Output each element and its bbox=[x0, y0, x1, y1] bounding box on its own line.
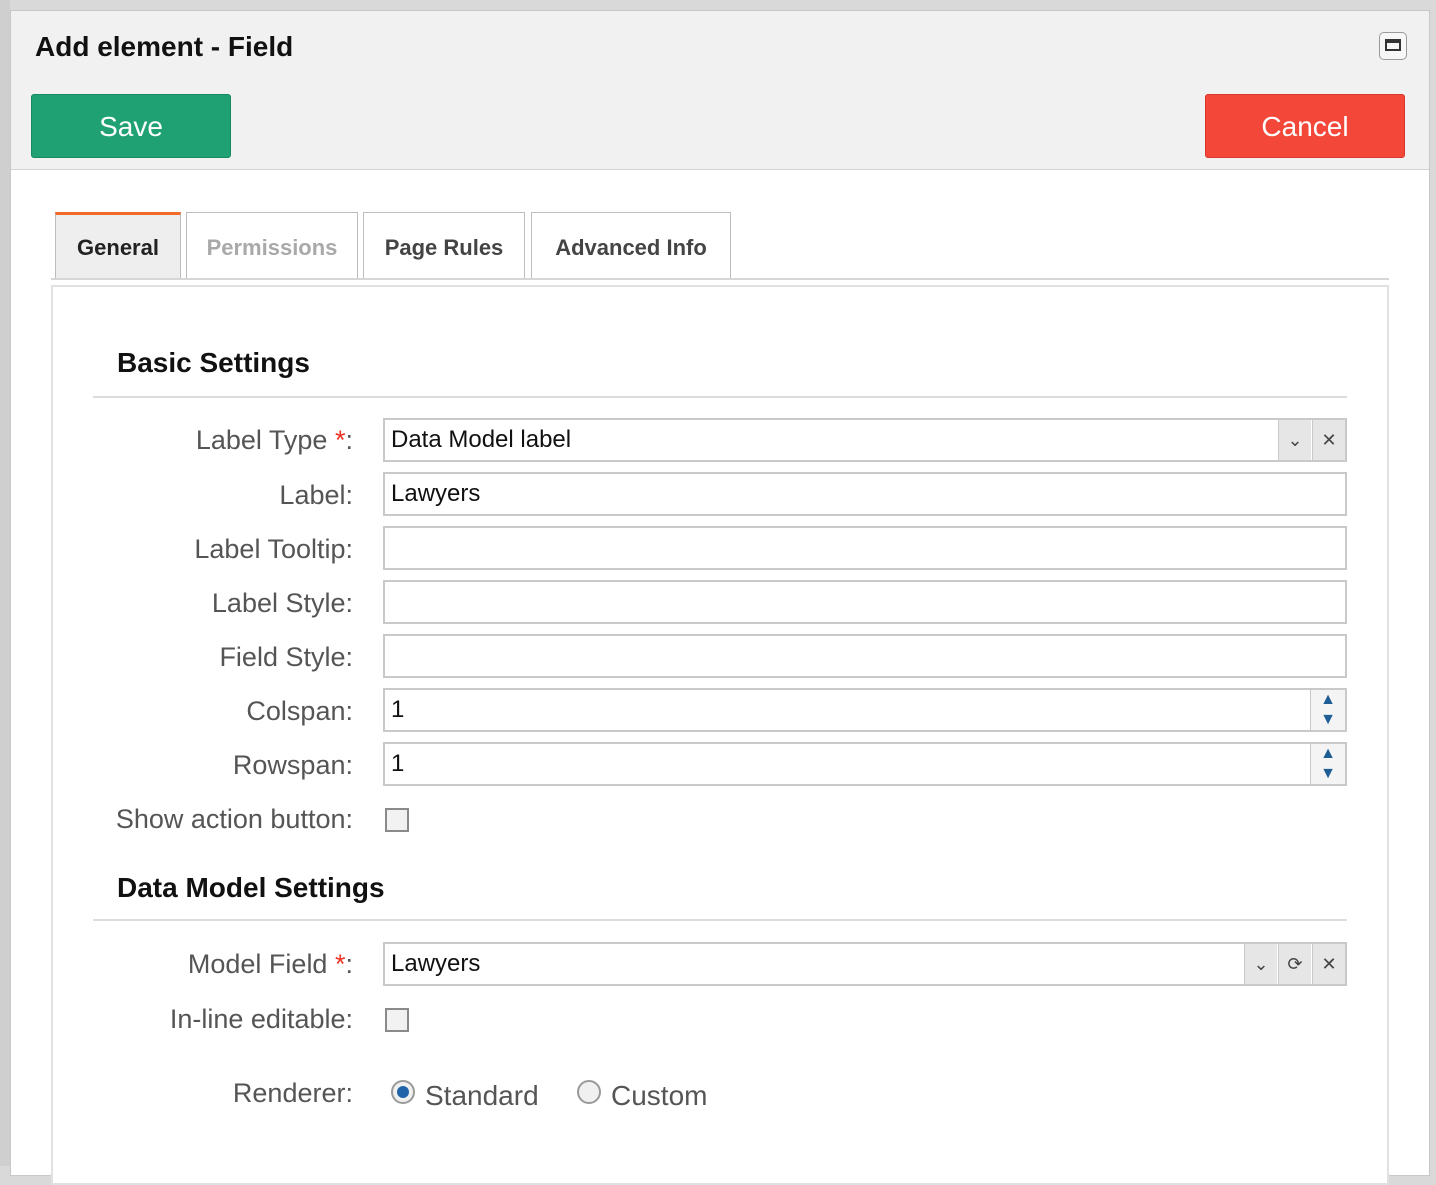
label-style-input[interactable] bbox=[383, 580, 1347, 624]
inline-editable-checkbox[interactable] bbox=[385, 1008, 409, 1032]
tab-page-rules[interactable]: Page Rules bbox=[363, 212, 525, 278]
tab-advanced-info[interactable]: Advanced Info bbox=[531, 212, 731, 278]
label-style-label: Label Style: bbox=[211, 588, 353, 618]
rowspan-label: Rowspan: bbox=[232, 750, 353, 780]
field-style-label: Field Style: bbox=[219, 642, 353, 672]
show-action-button-checkbox[interactable] bbox=[385, 808, 409, 832]
chevron-down-icon[interactable]: ⌄ bbox=[1244, 944, 1277, 984]
section-divider bbox=[93, 919, 1347, 921]
rowspan-stepper[interactable]: 1 ▲ ▼ bbox=[383, 742, 1347, 786]
spinner: ▲ ▼ bbox=[1310, 690, 1345, 730]
add-element-dialog: Add element - Field Save Cancel General … bbox=[10, 10, 1430, 1185]
decrement-icon[interactable]: ▼ bbox=[1311, 710, 1345, 730]
increment-icon[interactable]: ▲ bbox=[1311, 690, 1345, 710]
increment-icon[interactable]: ▲ bbox=[1311, 744, 1345, 764]
colspan-value: 1 bbox=[391, 696, 405, 723]
tab-divider bbox=[51, 278, 1389, 280]
renderer-standard-radio[interactable] bbox=[391, 1080, 415, 1104]
label-type-combo[interactable]: Data Model label ⌄ ✕ bbox=[383, 418, 1347, 462]
inline-editable-label: In-line editable: bbox=[169, 1004, 353, 1034]
label-label: Label: bbox=[279, 480, 353, 510]
tab-permissions[interactable]: Permissions bbox=[186, 212, 358, 278]
required-marker: * bbox=[334, 425, 346, 455]
clear-icon[interactable]: ✕ bbox=[1312, 944, 1345, 984]
dialog-title: Add element - Field bbox=[35, 31, 294, 62]
tab-general[interactable]: General bbox=[55, 212, 181, 278]
renderer-custom-radio[interactable] bbox=[577, 1080, 601, 1104]
spinner: ▲ ▼ bbox=[1310, 744, 1345, 784]
label-type-label: Label Type *: bbox=[195, 425, 353, 455]
renderer-standard-label[interactable]: Standard bbox=[425, 1080, 539, 1112]
maximize-icon[interactable] bbox=[1379, 32, 1407, 60]
model-field-combo[interactable]: Lawyers ⌄ ⟳ ✕ bbox=[383, 942, 1347, 986]
cancel-button[interactable]: Cancel bbox=[1205, 94, 1405, 158]
model-field-value: Lawyers bbox=[391, 950, 481, 977]
label-type-value: Data Model label bbox=[391, 426, 572, 453]
basic-settings-heading: Basic Settings bbox=[117, 347, 310, 378]
label-tooltip-label: Label Tooltip: bbox=[194, 534, 353, 564]
renderer-label: Renderer: bbox=[232, 1078, 353, 1108]
save-button[interactable]: Save bbox=[31, 94, 231, 158]
background-overlay bbox=[0, 0, 10, 1166]
decrement-icon[interactable]: ▼ bbox=[1311, 764, 1345, 784]
dialog-header: Add element - Field Save Cancel bbox=[11, 11, 1429, 170]
field-style-input[interactable] bbox=[383, 634, 1347, 678]
refresh-icon[interactable]: ⟳ bbox=[1278, 944, 1311, 984]
section-divider bbox=[93, 396, 1347, 398]
data-model-settings-heading: Data Model Settings bbox=[117, 872, 385, 903]
model-field-label: Model Field *: bbox=[187, 949, 353, 979]
colspan-stepper[interactable]: 1 ▲ ▼ bbox=[383, 688, 1347, 732]
colspan-label: Colspan: bbox=[246, 696, 353, 726]
show-action-button-label: Show action button: bbox=[115, 804, 353, 834]
label-input[interactable]: Lawyers bbox=[383, 472, 1347, 516]
chevron-down-icon[interactable]: ⌄ bbox=[1278, 420, 1311, 460]
renderer-custom-label[interactable]: Custom bbox=[611, 1080, 707, 1112]
rowspan-value: 1 bbox=[391, 750, 405, 777]
label-tooltip-input[interactable] bbox=[383, 526, 1347, 570]
required-marker: * bbox=[334, 949, 346, 979]
clear-icon[interactable]: ✕ bbox=[1312, 420, 1345, 460]
